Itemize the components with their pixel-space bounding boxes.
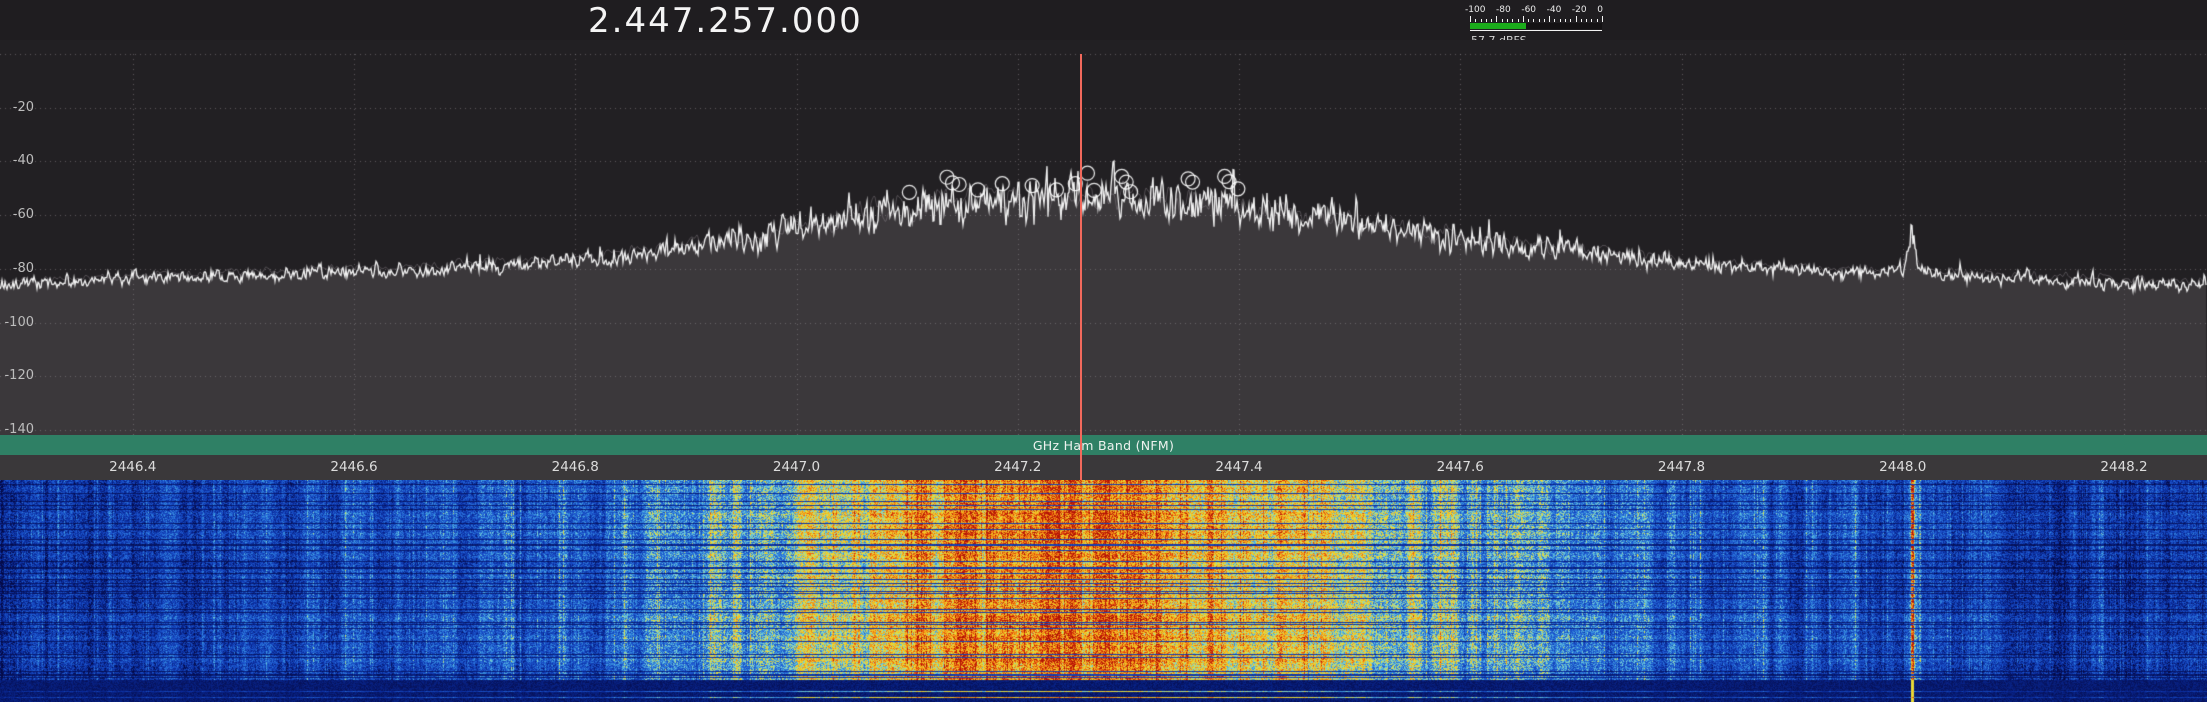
meter-tick [1523, 16, 1524, 22]
spectrum-plot[interactable] [0, 40, 2207, 435]
waterfall-display[interactable] [0, 480, 2207, 702]
meter-tick [1502, 19, 1503, 22]
signal-meter-scale-label: -60 [1521, 5, 1536, 15]
meter-tick [1570, 19, 1571, 22]
meter-tick [1470, 16, 1471, 22]
frequency-axis-label: 2446.4 [88, 455, 178, 480]
meter-tick [1565, 19, 1566, 22]
meter-tick [1507, 19, 1508, 22]
meter-tick [1475, 19, 1476, 22]
meter-tick [1496, 16, 1497, 22]
meter-tick [1544, 19, 1545, 22]
frequency-axis-label: 2447.6 [1415, 455, 1505, 480]
signal-meter-scale-label: -100 [1465, 5, 1485, 15]
signal-meter-bar [1470, 23, 1526, 29]
signal-meter-scale-label: 0 [1597, 5, 1603, 15]
frequency-axis-label: 2446.6 [309, 455, 399, 480]
frequency-axis-label: 2447.4 [1194, 455, 1284, 480]
meter-tick [1533, 19, 1534, 22]
meter-tick [1549, 16, 1550, 22]
frequency-axis-label: 2448.0 [1858, 455, 1948, 480]
frequency-axis-label: 2448.2 [2079, 455, 2169, 480]
meter-tick [1554, 19, 1555, 22]
frequency-axis-label: 2447.0 [752, 455, 842, 480]
band-plan-bar: GHz Ham Band (NFM) [0, 435, 2207, 455]
band-plan-label: GHz Ham Band (NFM) [1033, 438, 1174, 453]
meter-tick [1597, 19, 1598, 22]
meter-tick [1591, 19, 1592, 22]
signal-meter-scale-label: -40 [1547, 5, 1562, 15]
meter-tick [1602, 16, 1603, 22]
frequency-axis-label: 2447.2 [973, 455, 1063, 480]
signal-meter-scale-label: -20 [1572, 5, 1587, 15]
signal-meter-scale-label: -80 [1496, 5, 1511, 15]
meter-tick [1481, 19, 1482, 22]
signal-meter-bar-track [1470, 23, 1602, 29]
meter-tick [1486, 19, 1487, 22]
meter-tick [1528, 19, 1529, 22]
signal-meter-scale: -100 -80 -60 -40 -20 0 [1465, 5, 1603, 15]
frequency-axis-label: 2447.8 [1637, 455, 1727, 480]
meter-tick [1539, 19, 1540, 22]
signal-meter-ticks [1470, 16, 1602, 22]
meter-tick [1491, 19, 1492, 22]
frequency-axis: 2446.4 2446.6 2446.8 2447.0 2447.2 2447.4 2447… [0, 455, 2207, 480]
meter-tick [1518, 19, 1519, 22]
meter-tick [1581, 19, 1582, 22]
meter-tick [1512, 19, 1513, 22]
tuning-line[interactable] [1080, 54, 1082, 480]
meter-tick [1560, 19, 1561, 22]
meter-tick [1576, 16, 1577, 22]
signal-meter-baseline [1470, 30, 1602, 31]
frequency-display[interactable]: 2.447.257.000 [588, 0, 863, 42]
frequency-axis-label: 2446.8 [530, 455, 620, 480]
meter-tick [1586, 19, 1587, 22]
